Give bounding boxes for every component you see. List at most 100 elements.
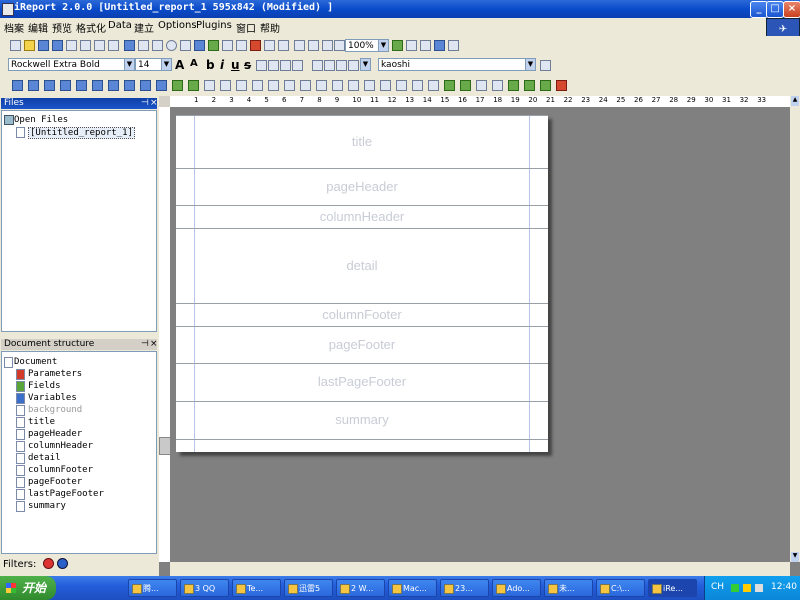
copy-icon[interactable] <box>80 40 91 51</box>
menu-preview[interactable]: 预览 <box>52 20 72 35</box>
query-icon[interactable] <box>334 40 345 51</box>
taskbar-task[interactable]: 未... <box>544 579 593 597</box>
open-files-node[interactable]: Open Files <box>14 115 68 125</box>
compile-icon[interactable] <box>392 40 403 51</box>
tray-volume-icon[interactable] <box>755 584 763 592</box>
chart-icon[interactable] <box>250 40 261 51</box>
center-horizontal-icon[interactable] <box>108 80 119 91</box>
input-language[interactable]: CH <box>711 582 724 592</box>
filter-fields-icon[interactable] <box>57 558 68 569</box>
group-icon[interactable] <box>308 40 319 51</box>
strikethrough-button[interactable]: s <box>244 58 251 72</box>
save-all-icon[interactable] <box>52 40 63 51</box>
structure-item-pageheader[interactable]: pageHeader <box>28 429 82 439</box>
expression-editor-icon[interactable] <box>540 60 551 71</box>
app-icon[interactable] <box>2 3 14 16</box>
same-width-icon[interactable] <box>204 80 215 91</box>
crosstab-icon[interactable] <box>278 40 289 51</box>
image-icon[interactable] <box>208 40 219 51</box>
border-dropdown-icon[interactable]: ▼ <box>360 58 371 71</box>
same-height-min-icon[interactable] <box>284 80 295 91</box>
decrease-font-icon[interactable]: A <box>190 58 198 69</box>
structure-item-summary[interactable]: summary <box>28 501 66 511</box>
center-in-band-icon[interactable] <box>140 80 151 91</box>
structure-item-columnfooter[interactable]: columnFooter <box>28 465 93 475</box>
start-button[interactable]: 开始 <box>0 576 56 600</box>
taskbar-task[interactable]: 23... <box>440 579 489 597</box>
hspace-decrease-icon[interactable] <box>348 80 359 91</box>
expression-dropdown-icon[interactable]: ▼ <box>525 58 536 71</box>
save-icon[interactable] <box>38 40 49 51</box>
pointer-icon[interactable] <box>124 40 135 51</box>
bring-to-front-icon[interactable] <box>492 80 503 91</box>
document-node[interactable]: Document <box>14 357 57 367</box>
tray-network-icon[interactable] <box>731 584 739 592</box>
align-top-edges-icon[interactable] <box>44 80 55 91</box>
open-icon[interactable] <box>24 40 35 51</box>
maximize-button[interactable]: □ <box>766 1 784 18</box>
vspace-equal-icon[interactable] <box>380 80 391 91</box>
structure-item-fields[interactable]: Fields <box>28 381 61 391</box>
new-icon[interactable] <box>10 40 21 51</box>
frame-icon[interactable] <box>222 40 233 51</box>
align-right-edges-icon[interactable] <box>28 80 39 91</box>
report-page[interactable]: title pageHeader columnHeader detail columnF… <box>176 115 548 452</box>
align-middle-icon[interactable] <box>324 60 335 71</box>
structure-item-lastpagefooter[interactable]: lastPageFooter <box>28 489 104 499</box>
center-vertical-icon[interactable] <box>124 80 135 91</box>
vspace-decrease-icon[interactable] <box>412 80 423 91</box>
rectangle-icon[interactable] <box>152 40 163 51</box>
same-height-icon[interactable] <box>252 80 263 91</box>
menu-plugins[interactable]: Plugins <box>196 20 232 31</box>
align-vcenter-icon[interactable] <box>76 80 87 91</box>
run-icon[interactable] <box>406 40 417 51</box>
delete-icon[interactable] <box>108 40 119 51</box>
adapt-to-band-icon[interactable] <box>444 80 455 91</box>
align-left-icon[interactable] <box>256 60 267 71</box>
move-up-icon[interactable] <box>508 80 519 91</box>
close-button[interactable]: × <box>783 1 800 18</box>
structure-panel-close-button[interactable]: × <box>150 339 158 350</box>
structure-item-columnheader[interactable]: columnHeader <box>28 441 93 451</box>
band-icon[interactable] <box>294 40 305 51</box>
structure-item-variables[interactable]: Variables <box>28 393 77 403</box>
taskbar-task[interactable]: 3 QQ <box>180 579 229 597</box>
hspace-remove-icon[interactable] <box>364 80 375 91</box>
vspace-remove-icon[interactable] <box>428 80 439 91</box>
subreport-icon[interactable] <box>236 40 247 51</box>
scroll-up-icon[interactable]: ▲ <box>791 96 799 106</box>
menu-data[interactable]: Data <box>108 20 132 31</box>
organize-icon[interactable] <box>476 80 487 91</box>
border-icon[interactable] <box>348 60 359 71</box>
taskbar-task[interactable]: 2 W... <box>336 579 385 597</box>
files-panel-dock-button[interactable]: ⊣ <box>141 98 149 109</box>
align-center-icon[interactable] <box>268 60 279 71</box>
ellipse-icon[interactable] <box>166 40 177 51</box>
taskbar-task[interactable]: iRe... <box>648 579 697 597</box>
bold-button[interactable]: b <box>206 58 215 72</box>
horizontal-scrollbar[interactable] <box>170 562 790 576</box>
font-size-dropdown-icon[interactable]: ▼ <box>161 58 172 71</box>
align-bottom-icon[interactable] <box>336 60 347 71</box>
zoom-dropdown-icon[interactable]: ▼ <box>378 39 389 52</box>
align-top-icon[interactable] <box>312 60 323 71</box>
structure-item-background[interactable]: background <box>28 405 82 415</box>
menu-file[interactable]: 档案 <box>4 20 24 35</box>
hspace-equal-icon[interactable] <box>316 80 327 91</box>
menu-format[interactable]: 格式化 <box>76 20 106 35</box>
structure-item-pagefooter[interactable]: pageFooter <box>28 477 82 487</box>
taskbar-task[interactable]: C:\... <box>596 579 645 597</box>
zoom-select[interactable]: 100% <box>345 39 381 52</box>
font-name-select[interactable]: Rockwell Extra Bold <box>8 58 126 71</box>
structure-item-detail[interactable]: detail <box>28 453 61 463</box>
menu-build[interactable]: 建立 <box>134 20 154 35</box>
taskbar-task[interactable]: 腾... <box>128 579 177 597</box>
increase-font-icon[interactable]: A <box>175 58 184 72</box>
same-width-min-icon[interactable] <box>236 80 247 91</box>
file-item[interactable]: [Untitled_report_1] <box>28 127 135 139</box>
text-field-icon[interactable] <box>194 40 205 51</box>
menu-window[interactable]: 窗口 <box>236 20 256 35</box>
structure-panel-dock-button[interactable]: ⊣ <box>141 339 149 350</box>
barcode-icon[interactable] <box>264 40 275 51</box>
font-name-dropdown-icon[interactable]: ▼ <box>124 58 135 71</box>
